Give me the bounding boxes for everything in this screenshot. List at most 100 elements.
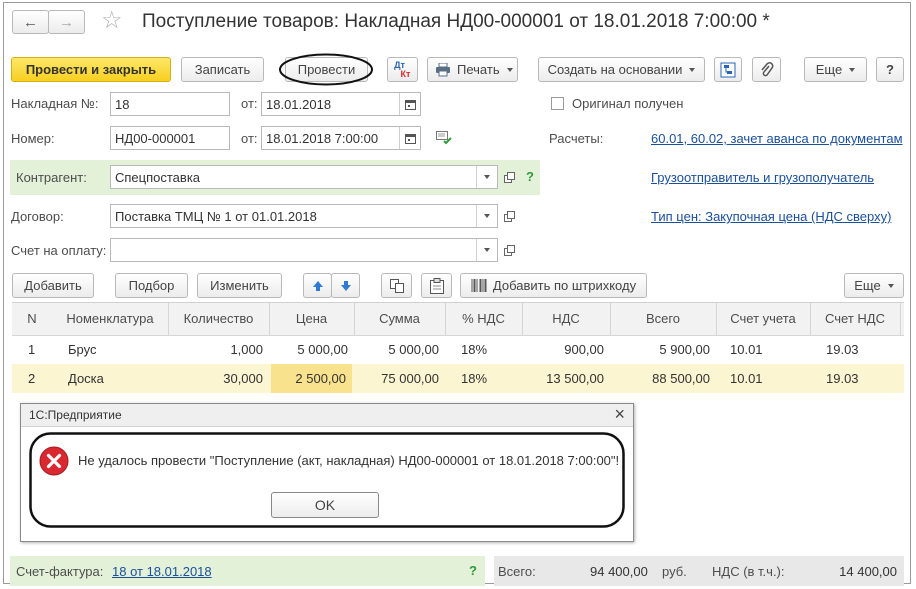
dt-kt-button[interactable]: Дт Кт [387,57,418,82]
create-based-on-label: Создать на основании [547,62,683,77]
item-price: 5 000,00 [297,342,348,357]
post-button-highlight-ellipse [279,53,373,86]
original-received-label: Оригинал получен [572,96,684,111]
invoice-help-icon[interactable]: ? [469,563,477,578]
table-more-button[interactable]: Еще [844,273,904,298]
shipper-consignee-link[interactable]: Грузоотправитель и грузополучатель [651,170,874,185]
column-divider [522,303,523,335]
paste-button[interactable] [421,273,452,298]
column-header[interactable]: НДС [522,304,610,333]
row-number: 1 [28,342,36,357]
counterparty-help-icon[interactable]: ? [526,169,534,184]
save-button[interactable]: Записать [181,57,264,82]
column-divider [445,303,446,335]
column-header[interactable]: % НДС [445,304,522,333]
open-window-icon [503,171,515,183]
item-sum: 5 000,00 [388,342,439,357]
column-header[interactable]: Всего [610,304,716,333]
chevron-down-icon [484,248,490,252]
move-down-button[interactable] [331,273,360,298]
goods-table[interactable]: N Номенклатура Количество Цена Сумма % Н… [12,302,904,393]
settlements-label: Расчеты: [549,131,604,146]
help-button[interactable]: ? [876,57,904,82]
copy-row-button[interactable] [381,273,412,298]
column-header[interactable]: Номенклатура [52,304,168,333]
close-icon[interactable]: × [614,404,625,425]
calendar-button[interactable] [399,127,420,149]
chevron-down-icon [506,67,513,72]
create-based-on-button[interactable]: Создать на основании [538,57,705,82]
structure-button[interactable] [714,57,742,82]
arrow-right-icon: → [59,13,74,31]
total-value: 94 400,00 [590,564,648,579]
column-header[interactable]: Количество [168,304,269,333]
column-header[interactable]: Сумма [354,304,445,333]
contract-field[interactable]: Поставка ТМЦ № 1 от 01.01.2018 [110,204,498,228]
forward-button[interactable]: → [48,10,85,34]
column-header[interactable]: N [12,304,52,333]
open-window-icon [503,210,515,222]
table-row-selected[interactable]: 2 Доска 30,000 2 500,00 75 000,00 18% 13… [12,364,904,393]
print-button[interactable]: Печать [427,57,518,82]
settlements-link[interactable]: 60.01, 60.02, зачет аванса по документам [651,131,903,146]
counterparty-open-button[interactable] [499,166,519,188]
column-header[interactable]: Цена [269,304,354,333]
edit-button[interactable]: Изменить [197,273,282,298]
calendar-icon [404,99,416,110]
table-header: N Номенклатура Количество Цена Сумма % Н… [12,303,904,336]
invoice-date-value: 18.01.2018 [266,96,332,112]
item-name: Брус [68,342,97,357]
contract-dropdown-button[interactable] [476,205,497,227]
barcode-icon [471,279,487,292]
printer-icon [436,62,450,76]
print-label: Печать [457,62,500,77]
favorite-star-icon[interactable]: ☆ [101,6,123,35]
item-vat-account: 19.03 [826,371,859,386]
back-button[interactable]: ← [12,10,49,34]
item-price-active-cell[interactable]: 2 500,00 [271,364,352,393]
move-up-button[interactable] [303,273,332,298]
counterparty-field[interactable]: Спецпоставка [110,165,498,189]
item-account: 10.01 [730,342,763,357]
number-date-field[interactable]: 18.01.2018 7:00:00 [261,126,421,150]
column-header[interactable]: Счет учета [716,304,810,333]
add-row-button[interactable]: Добавить [12,273,94,298]
item-quantity: 30,000 [223,371,263,386]
number-field[interactable]: НД00-000001 [110,126,230,150]
ok-button[interactable]: OK [271,492,379,518]
counterparty-value: Спецпоставка [115,169,201,185]
contract-open-button[interactable] [499,205,519,227]
counterparty-dropdown-button[interactable] [476,166,497,188]
number-date-label: от: [241,131,258,146]
payment-invoice-open-button[interactable] [499,239,519,261]
attachments-button[interactable] [752,57,781,82]
calendar-button[interactable] [399,93,420,115]
price-type-link[interactable]: Тип цен: Закупочная цена (НДС сверху) [651,209,891,224]
item-vat-account: 19.03 [826,342,859,357]
column-header[interactable]: Счет НДС [810,304,900,333]
add-by-barcode-button[interactable]: Добавить по штрихкоду [460,273,647,298]
invoice-date-field[interactable]: 18.01.2018 [261,92,421,116]
error-message: Не удалось провести "Поступление (акт, н… [78,453,620,468]
item-vat: 13 500,00 [546,371,604,386]
post-and-close-button[interactable]: Провести и закрыть [11,57,171,82]
item-vat-rate: 18% [461,371,488,386]
arrow-left-icon: ← [23,13,38,31]
payment-invoice-field[interactable] [110,238,498,262]
item-quantity: 1,000 [230,342,263,357]
item-total: 5 900,00 [659,342,710,357]
payment-invoice-dropdown-button[interactable] [476,239,497,261]
invoice-link[interactable]: 18 от 18.01.2018 [112,564,212,579]
comment-check-icon[interactable] [436,131,452,145]
pick-button[interactable]: Подбор [115,273,188,298]
invoice-footer-panel: Счет-фактура: 18 от 18.01.2018 ? [10,556,485,586]
original-received-checkbox[interactable] [551,97,564,110]
open-window-icon [503,244,515,256]
vat-total-label: НДС (в т.ч.): [712,564,785,579]
copy-icon [389,278,404,293]
more-button[interactable]: Еще [804,57,867,82]
column-divider [716,303,717,335]
total-currency: руб. [662,564,687,579]
table-row[interactable]: 1 Брус 1,000 5 000,00 5 000,00 18% 900,0… [12,335,904,364]
invoice-number-field[interactable]: 18 [110,92,230,116]
